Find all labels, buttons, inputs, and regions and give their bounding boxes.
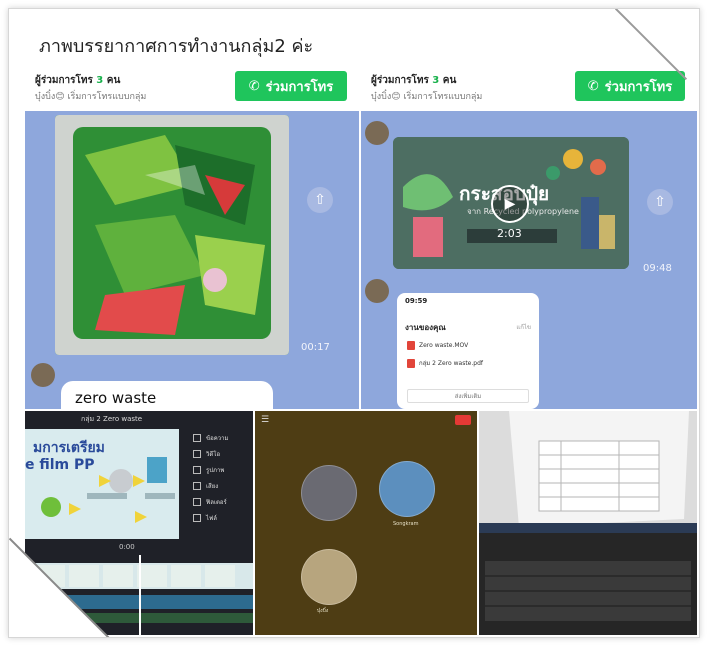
call-subtitle: บุ๋งบิ๋ง😊 เริ่มการโทรแบบกลุ่ม [35,92,147,102]
message-text: zero waste [75,389,157,407]
editor-menu-text[interactable]: ข้อความ [193,433,228,443]
chat-area: ⇧ 00:17 zero waste [25,111,359,409]
file-item: กลุ่ม 2 Zero waste.pdf [407,357,483,369]
collage-frame: ภาพบรรยากาศการทำงานกลุ่ม2 ค่ะ ผู้ร่วมการ… [8,8,700,638]
video-message[interactable]: กระสอบปุ๋ย จาก Recycled polypropylene ▶ … [393,137,629,269]
editor-file-title: กลุ่ม 2 Zero waste [81,415,143,423]
file-item: Zero waste.MOV [407,339,468,351]
phone-status-time: 09:59 [405,297,428,305]
call-participant-count: ผู้ร่วมการโทร 3 คน [35,75,121,86]
share-icon[interactable]: ⇧ [647,189,673,215]
share-icon[interactable]: ⇧ [307,187,333,213]
chat-panel-left: ผู้ร่วมการโทร 3 คน บุ๋งบิ๋ง😊 เริ่มการโทร… [25,67,359,409]
video-call-panel: ☰ Songkram บุ๋งบิ๋ง [255,411,477,635]
laptop-photo [479,411,697,635]
phone-icon: ✆ [587,78,599,94]
sender-avatar [365,121,389,145]
call-participant-count: ผู้ร่วมการโทร 3 คน [371,75,457,86]
phone-icon: ✆ [248,78,260,94]
page-curl-top-right [629,9,699,79]
chat-panel-right: ผู้ร่วมการโทร 3 คน บุ๋งบิ๋ง😊 เริ่มการโทร… [361,67,697,409]
play-icon[interactable]: ▶ [491,185,529,223]
video-time: 09:48 [643,263,672,274]
slide-illustration [41,457,175,523]
join-call-button[interactable]: ✆ ร่วมการโทร [235,71,347,101]
editor-menu-file[interactable]: ไฟล์ [193,513,217,523]
editor-menu-audio[interactable]: เสียง [193,481,218,491]
plastic-bag-image [55,115,289,355]
phone-screenshot-message[interactable]: 09:59 งานของคุณ แก้ไข Zero waste.MOV กลุ… [397,293,539,409]
pdf-file-icon [407,358,415,368]
participant-avatar-3 [301,549,357,605]
sender-avatar [365,279,389,303]
end-call-icon[interactable] [455,415,471,425]
participant-name-2: Songkram [393,521,419,527]
call-subtitle: บุ๋งบิ๋ง😊 เริ่มการโทรแบบกลุ่ม [371,92,483,102]
photo-time: 00:17 [301,342,330,353]
editor-slide-preview: มการเตรียม e film PP [25,429,179,539]
laptop-photo-panel [479,411,697,635]
participant-avatar-2 [379,461,435,517]
participant-name-3: บุ๋งบิ๋ง [317,608,329,614]
video-duration: 2:03 [497,227,522,240]
pdf-file-icon [407,340,415,350]
phone-action-button: ส่งเพิ่มเติม [407,389,529,403]
editor-menu-image[interactable]: รูปภาพ [193,465,224,475]
editor-playhead-time: 0:00 [119,543,135,551]
participant-avatar-1 [301,465,357,521]
plastic-bag-photo[interactable] [55,115,289,355]
editor-menu-video[interactable]: วิดีโอ [193,449,220,459]
phone-heading: งานของคุณ [405,323,446,332]
group-call-bar: ผู้ร่วมการโทร 3 คน บุ๋งบิ๋ง😊 เริ่มการโทร… [25,67,359,112]
editor-menu-filter[interactable]: ฟิลเตอร์ [193,497,227,507]
sender-avatar [31,363,55,387]
message-bubble: zero waste [61,381,273,409]
menu-icon[interactable]: ☰ [261,415,269,425]
page-title: ภาพบรรยากาศการทำงานกลุ่ม2 ค่ะ [39,36,314,57]
phone-heading-action: แก้ไข [516,324,531,331]
chat-area: กระสอบปุ๋ย จาก Recycled polypropylene ▶ … [361,111,697,409]
